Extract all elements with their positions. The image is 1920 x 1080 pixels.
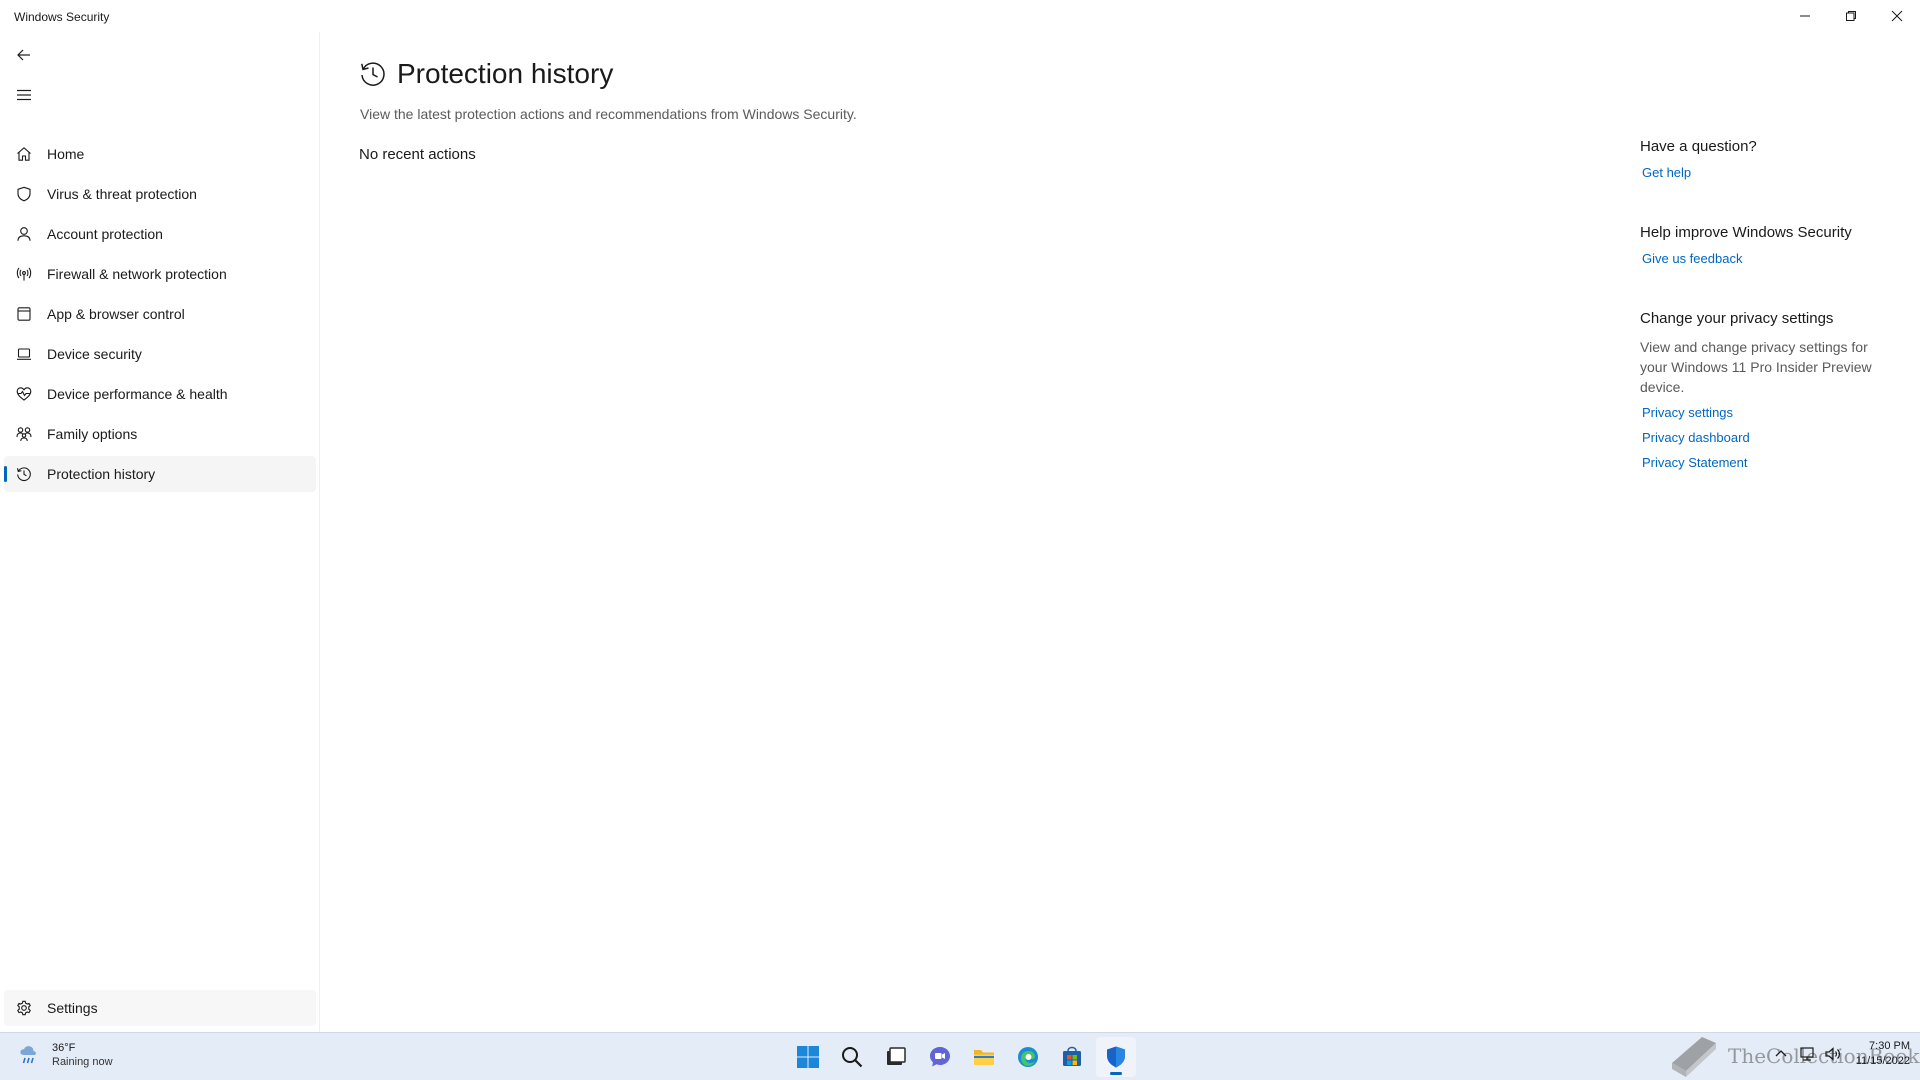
page-header: Protection history	[359, 58, 613, 90]
shield-icon	[1107, 1046, 1125, 1068]
task-view-button[interactable]	[876, 1037, 916, 1077]
file-explorer-button[interactable]	[964, 1037, 1004, 1077]
clock[interactable]: 7:30 PM 11/15/2022	[1856, 1039, 1910, 1069]
main-content: Protection history View the latest prote…	[321, 32, 1920, 1032]
window-icon	[16, 306, 32, 322]
minimize-icon	[1800, 15, 1810, 17]
sidebar: Home Virus & threat protection Account p…	[0, 32, 320, 1032]
sidebar-item-label: Device performance & health	[47, 386, 228, 402]
weather-temp: 36°F	[52, 1042, 76, 1054]
windows-logo-icon	[797, 1046, 819, 1068]
sidebar-item-device-performance[interactable]: Device performance & health	[4, 376, 316, 412]
improve-heading: Help improve Windows Security	[1640, 224, 1852, 241]
back-button[interactable]	[12, 43, 36, 67]
volume-icon[interactable]	[1824, 1045, 1842, 1063]
sidebar-item-app-browser[interactable]: App & browser control	[4, 296, 316, 332]
chevron-up-icon[interactable]	[1772, 1045, 1790, 1063]
restore-icon	[1846, 11, 1856, 21]
privacy-text: View and change privacy settings for you…	[1640, 339, 1872, 395]
question-heading: Have a question?	[1640, 138, 1757, 155]
book-icon	[1672, 1037, 1716, 1077]
privacy-settings-link[interactable]: Privacy settings	[1642, 405, 1880, 420]
empty-state-message: No recent actions	[359, 146, 476, 163]
taskbar: 36°F Raining now TheCollectionBook 7:30 …	[0, 1032, 1920, 1080]
privacy-statement-link[interactable]: Privacy Statement	[1642, 455, 1880, 470]
history-icon	[16, 466, 32, 482]
chat-icon	[930, 1047, 950, 1067]
right-pane: Have a question? Get help Help improve W…	[1640, 138, 1880, 498]
edge-button[interactable]	[1008, 1037, 1048, 1077]
search-button[interactable]	[832, 1037, 872, 1077]
hamburger-icon	[17, 89, 31, 101]
privacy-heading: Change your privacy settings	[1640, 310, 1834, 327]
sidebar-item-account[interactable]: Account protection	[4, 216, 316, 252]
back-arrow-icon	[17, 49, 30, 61]
search-icon	[842, 1047, 863, 1068]
sidebar-item-firewall[interactable]: Firewall & network protection	[4, 256, 316, 292]
heart-pulse-icon	[16, 386, 32, 402]
shield-icon	[16, 186, 32, 202]
close-button[interactable]	[1874, 0, 1920, 32]
antenna-icon	[16, 266, 32, 282]
windows-security-taskbar-button[interactable]	[1096, 1037, 1136, 1077]
privacy-section: Change your privacy settings View and ch…	[1640, 310, 1880, 470]
weather-text: 36°F Raining now	[52, 1042, 113, 1068]
start-button[interactable]	[788, 1037, 828, 1077]
minimize-button[interactable]	[1782, 0, 1828, 32]
page-description: View the latest protection actions and r…	[360, 106, 857, 122]
feedback-link[interactable]: Give us feedback	[1642, 251, 1880, 266]
windows-security-window: Windows Security Home Virus & threat pro…	[0, 0, 1920, 1032]
window-controls	[1782, 0, 1920, 32]
person-icon	[16, 226, 32, 242]
weather-desc: Raining now	[52, 1056, 113, 1068]
title-bar: Windows Security	[0, 0, 1920, 32]
weather-widget[interactable]: 36°F Raining now	[16, 1041, 113, 1069]
folder-icon	[974, 1050, 994, 1065]
close-icon	[1891, 10, 1903, 22]
sidebar-item-label: Device security	[47, 346, 142, 362]
clock-date: 11/15/2022	[1855, 1055, 1910, 1067]
sidebar-item-label: Firewall & network protection	[47, 266, 227, 282]
store-bag-icon	[1063, 1046, 1081, 1066]
sidebar-item-protection-history[interactable]: Protection history	[4, 456, 316, 492]
restore-button[interactable]	[1828, 0, 1874, 32]
nav-list: Home Virus & threat protection Account p…	[4, 136, 316, 496]
gear-icon	[16, 1000, 32, 1016]
history-icon	[361, 62, 385, 86]
store-button[interactable]	[1052, 1037, 1092, 1077]
rain-cloud-icon	[20, 1046, 36, 1064]
clock-time: 7:30 PM	[1869, 1040, 1910, 1052]
sidebar-item-home[interactable]: Home	[4, 136, 316, 172]
laptop-icon	[16, 346, 32, 362]
sidebar-item-settings[interactable]: Settings	[4, 990, 316, 1026]
sidebar-item-label: Account protection	[47, 226, 163, 242]
settings-label: Settings	[47, 1000, 98, 1016]
sidebar-item-virus-threat[interactable]: Virus & threat protection	[4, 176, 316, 212]
sidebar-item-label: Family options	[47, 426, 138, 442]
sidebar-item-label: Virus & threat protection	[47, 186, 197, 202]
taskbar-apps	[788, 1037, 1140, 1077]
sidebar-item-label: Home	[47, 146, 85, 162]
home-icon	[16, 146, 32, 162]
sidebar-item-label: Protection history	[47, 466, 156, 482]
get-help-link[interactable]: Get help	[1642, 165, 1880, 180]
sidebar-item-family[interactable]: Family options	[4, 416, 316, 452]
page-title: Protection history	[397, 58, 614, 89]
system-tray: 7:30 PM 11/15/2022	[1772, 1039, 1910, 1069]
edge-browser-icon	[1018, 1047, 1038, 1067]
family-icon	[16, 426, 32, 442]
privacy-dashboard-link[interactable]: Privacy dashboard	[1642, 430, 1880, 445]
improve-section: Help improve Windows Security Give us fe…	[1640, 224, 1880, 266]
sidebar-item-label: App & browser control	[47, 306, 185, 322]
app-title: Windows Security	[14, 10, 110, 24]
network-icon[interactable]	[1798, 1045, 1816, 1063]
question-section: Have a question? Get help	[1640, 138, 1880, 180]
chat-button[interactable]	[920, 1037, 960, 1077]
menu-button[interactable]	[12, 83, 36, 107]
sidebar-item-device-security[interactable]: Device security	[4, 336, 316, 372]
task-view-icon	[887, 1047, 906, 1065]
